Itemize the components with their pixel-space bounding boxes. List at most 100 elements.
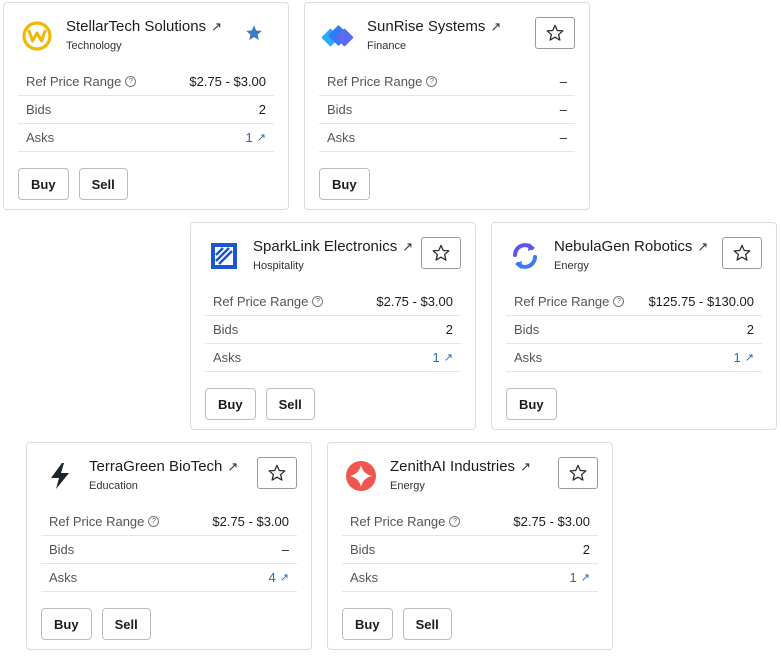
buy-button[interactable]: Buy	[342, 608, 393, 640]
sell-button[interactable]: Sell	[265, 388, 315, 420]
company-name-link[interactable]: SparkLink Electronics ↗	[253, 238, 413, 255]
company-name: TerraGreen BioTech	[89, 458, 223, 475]
bids-label: Bids	[327, 102, 353, 117]
favorite-button[interactable]	[535, 17, 575, 49]
sell-button[interactable]: Sell	[402, 608, 452, 640]
ref-price-range-value: $2.75 - $3.00	[189, 74, 266, 89]
bids-label: Bids	[49, 542, 75, 557]
company-name-link[interactable]: ZenithAI Industries ↗	[390, 458, 531, 475]
card-actions: Buy Sell	[18, 168, 138, 200]
industry-label: Finance	[367, 40, 407, 52]
company-name-link[interactable]: NebulaGen Robotics ↗	[554, 238, 708, 255]
asks-link[interactable]: 1 ↗	[246, 130, 266, 145]
favorite-button[interactable]	[558, 457, 598, 489]
external-link-icon: ↗	[697, 239, 709, 254]
info-icon[interactable]: ?	[312, 296, 324, 307]
favorite-button[interactable]	[257, 457, 297, 489]
star-outline-icon	[431, 243, 451, 263]
company-name: NebulaGen Robotics	[554, 238, 693, 255]
bids-value: 2	[582, 542, 590, 557]
bids-value: 2	[746, 322, 754, 337]
buy-button[interactable]: Buy	[41, 608, 92, 640]
card-actions: Buy Sell	[41, 608, 161, 640]
info-icon[interactable]: ?	[449, 516, 461, 527]
buy-button[interactable]: Buy	[205, 388, 256, 420]
sell-button[interactable]: Sell	[101, 608, 151, 640]
asks-label: Asks	[327, 130, 356, 145]
favorite-button[interactable]	[234, 17, 274, 49]
ref-price-range-label: Ref Price Range	[49, 514, 145, 529]
blue-hatched-square-icon	[207, 239, 241, 273]
favorite-button[interactable]	[421, 237, 461, 269]
lightning-bolt-icon	[43, 459, 77, 493]
asks-link[interactable]: 1 ↗	[433, 350, 453, 365]
company-name: SparkLink Electronics	[253, 238, 398, 255]
asks-row: Asks 1 ↗	[342, 564, 598, 592]
asks-row: Asks 1 ↗	[205, 344, 461, 372]
industry-label: Energy	[390, 480, 425, 492]
industry-label: Energy	[554, 260, 589, 272]
stats-table: Ref Price Range? – Bids – Asks –	[319, 68, 575, 152]
info-icon[interactable]: ?	[125, 76, 137, 87]
asks-value: –	[559, 130, 567, 145]
company-card: StellarTech Solutions ↗ Technology Ref Pr…	[3, 2, 289, 210]
card-actions: Buy	[319, 168, 380, 200]
bids-row: Bids 2	[506, 316, 762, 344]
bids-label: Bids	[213, 322, 239, 337]
star-outline-icon	[568, 463, 588, 483]
ref-price-range-row: Ref Price Range? –	[319, 68, 575, 96]
company-name: StellarTech Solutions	[66, 18, 207, 35]
bids-row: Bids –	[41, 536, 297, 564]
asks-row: Asks 4 ↗	[41, 564, 297, 592]
card-actions: Buy Sell	[342, 608, 462, 640]
yellow-wave-icon	[20, 19, 54, 53]
card-actions: Buy	[506, 388, 567, 420]
external-link-icon: ↗	[279, 572, 289, 584]
star-outline-icon	[545, 23, 565, 43]
ref-price-range-value: $2.75 - $3.00	[513, 514, 590, 529]
stats-table: Ref Price Range? $2.75 - $3.00 Bids 2 As…	[205, 288, 461, 372]
favorite-button[interactable]	[722, 237, 762, 269]
info-icon[interactable]: ?	[426, 76, 438, 87]
company-name-link[interactable]: TerraGreen BioTech ↗	[89, 458, 238, 475]
asks-row: Asks 1 ↗	[506, 344, 762, 372]
company-name-link[interactable]: SunRise Systems ↗	[367, 18, 501, 35]
sell-button[interactable]: Sell	[78, 168, 128, 200]
external-link-icon: ↗	[256, 132, 266, 144]
buy-button[interactable]: Buy	[506, 388, 557, 420]
asks-label: Asks	[514, 350, 543, 365]
star-outline-icon	[267, 463, 287, 483]
red-sparkle-icon	[344, 459, 378, 493]
asks-link[interactable]: 4 ↗	[269, 570, 289, 585]
ref-price-range-label: Ref Price Range	[213, 294, 309, 309]
ref-price-range-row: Ref Price Range? $2.75 - $3.00	[342, 508, 598, 536]
industry-label: Education	[89, 480, 138, 492]
bids-row: Bids –	[319, 96, 575, 124]
company-card: SparkLink Electronics ↗ Hospitality Ref P…	[190, 222, 476, 430]
ref-price-range-value: $2.75 - $3.00	[212, 514, 289, 529]
external-link-icon: ↗	[211, 19, 222, 34]
bids-value: 2	[258, 102, 266, 117]
star-filled-icon	[244, 23, 264, 43]
asks-label: Asks	[26, 130, 55, 145]
asks-label: Asks	[49, 570, 78, 585]
bids-label: Bids	[26, 102, 52, 117]
ref-price-range-value: –	[559, 74, 567, 89]
stats-table: Ref Price Range? $125.75 - $130.00 Bids …	[506, 288, 762, 372]
card-actions: Buy Sell	[205, 388, 325, 420]
asks-link[interactable]: 1 ↗	[570, 570, 590, 585]
industry-label: Hospitality	[253, 260, 304, 272]
external-link-icon: ↗	[402, 239, 414, 254]
info-icon[interactable]: ?	[148, 516, 160, 527]
ref-price-range-label: Ref Price Range	[514, 294, 610, 309]
bids-value: 2	[445, 322, 453, 337]
company-name-link[interactable]: StellarTech Solutions ↗	[66, 18, 222, 35]
info-icon[interactable]: ?	[613, 296, 625, 307]
buy-button[interactable]: Buy	[18, 168, 69, 200]
external-link-icon: ↗	[580, 572, 590, 584]
asks-link[interactable]: 1 ↗	[734, 350, 754, 365]
bids-row: Bids 2	[18, 96, 274, 124]
buy-button[interactable]: Buy	[319, 168, 370, 200]
asks-row: Asks 1 ↗	[18, 124, 274, 152]
asks-label: Asks	[350, 570, 379, 585]
